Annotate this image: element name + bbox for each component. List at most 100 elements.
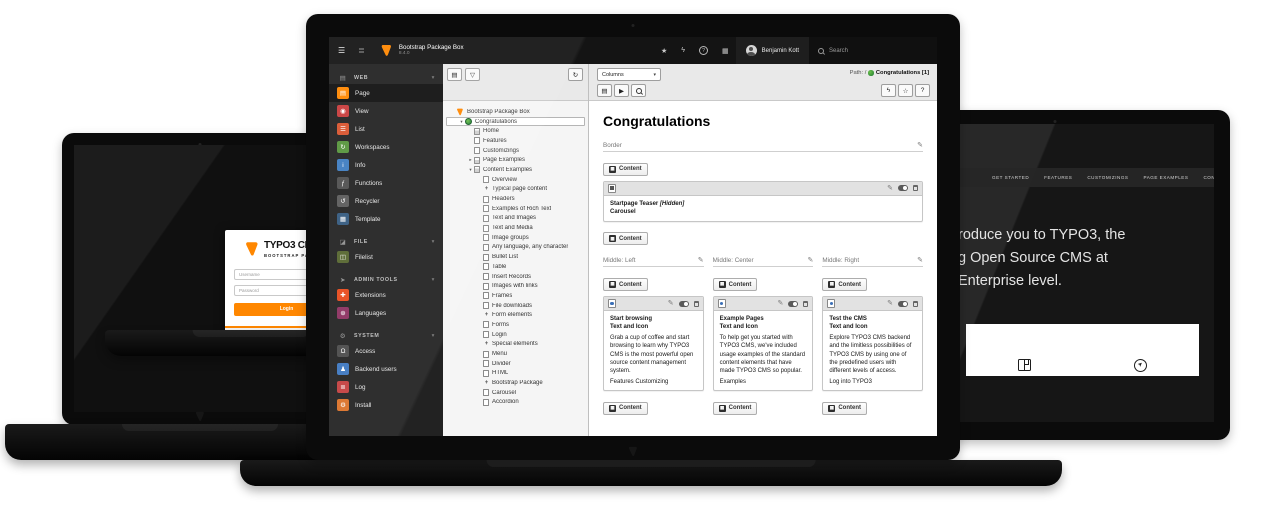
tree-item-special-elements[interactable]: +Special elements (446, 340, 585, 350)
content-button[interactable]: ▦Content (822, 278, 867, 291)
content-card-header[interactable]: ✎ (823, 297, 922, 311)
module-item-backend-users[interactable]: ♟Backend users (329, 360, 443, 378)
tree-item-congratulations[interactable]: ▾Congratulations (446, 117, 585, 127)
edit-icon[interactable]: ✎ (887, 300, 893, 307)
content-button[interactable]: ▦Content (713, 278, 758, 291)
preview-button[interactable]: ▶ (614, 84, 629, 97)
tree-item-examples-of-rich-text[interactable]: Examples of Rich Text (446, 204, 585, 214)
content-card-header[interactable]: ✎ (714, 297, 813, 311)
tree-item-home[interactable]: Home (446, 126, 585, 136)
columns-select[interactable]: Columns ▾ (597, 68, 661, 81)
refresh-button[interactable]: ↻ (568, 68, 583, 81)
module-item-install[interactable]: ⚙Install (329, 396, 443, 414)
tree-item-divider[interactable]: Divider (446, 359, 585, 369)
tree-item-file-downloads[interactable]: File downloads (446, 301, 585, 311)
content-button[interactable]: ▦Content (822, 402, 867, 415)
tree-item-form-elements[interactable]: +Form elements (446, 310, 585, 320)
card-link[interactable]: Log into TYPO3 (829, 378, 916, 386)
tree-item-carousel[interactable]: Carousel (446, 388, 585, 398)
bookmark-button[interactable]: ☆ (898, 84, 913, 97)
tree-toggle-icon[interactable]: ≣ (358, 46, 365, 55)
tree-item-text-and-images[interactable]: Text and Images (446, 214, 585, 224)
module-item-languages[interactable]: ⊕Languages (329, 304, 443, 322)
trash-icon[interactable] (913, 301, 918, 307)
edit-icon[interactable]: ✎ (887, 185, 893, 192)
trash-icon[interactable] (803, 301, 808, 307)
tree-item-frames[interactable]: Frames (446, 291, 585, 301)
user-menu[interactable]: Benjamin Kott (736, 37, 809, 64)
module-section-admin-tools[interactable]: ➤ADMIN TOOLS▾ (329, 273, 443, 286)
view-page-button[interactable]: ▤ (597, 84, 612, 97)
hamburger-menu-icon[interactable]: ☰ (338, 46, 345, 55)
modules-grid-icon[interactable]: ▦ (722, 47, 729, 55)
module-section-file[interactable]: ◪FILE▾ (329, 235, 443, 248)
module-item-workspaces[interactable]: ↻Workspaces (329, 138, 443, 156)
tree-item-content-examples[interactable]: ▾Content Examples (446, 165, 585, 175)
module-item-info[interactable]: iInfo (329, 156, 443, 174)
nav-item-page-examples[interactable]: PAGE EXAMPLES (1143, 175, 1188, 180)
content-card-header[interactable]: ✎ (604, 297, 703, 311)
edit-icon[interactable]: ✎ (807, 257, 813, 264)
filter-button[interactable]: ▽ (465, 68, 480, 81)
visibility-toggle-icon[interactable] (898, 185, 908, 191)
search-doc-button[interactable] (631, 84, 646, 97)
tree-item-accordion[interactable]: Accordion (446, 398, 585, 408)
module-item-functions[interactable]: ƒFunctions (329, 174, 443, 192)
tree-item-table[interactable]: Table (446, 262, 585, 272)
module-item-filelist[interactable]: ◫Filelist (329, 248, 443, 266)
tree-item-images-with-links[interactable]: Images with links (446, 281, 585, 291)
trash-icon[interactable] (913, 185, 918, 191)
content-card-header[interactable]: ✎ (604, 182, 922, 196)
module-section-web[interactable]: ▤WEB▾ (329, 71, 443, 84)
tree-item-bootstrap-package[interactable]: +Bootstrap Package (446, 378, 585, 388)
nav-item-content-examples[interactable]: CONTENT EXAMPLES (1203, 175, 1214, 180)
module-item-list[interactable]: ☰List (329, 120, 443, 138)
module-item-extensions[interactable]: ✚Extensions (329, 286, 443, 304)
content-button[interactable]: ▦Content (603, 278, 648, 291)
tree-caret-icon[interactable]: ▾ (467, 167, 474, 173)
tree-item-html[interactable]: HTML (446, 369, 585, 379)
tree-item-bootstrap-package-box[interactable]: Bootstrap Package Box (446, 107, 585, 117)
module-item-page[interactable]: ▤Page (329, 84, 443, 102)
tree-caret-icon[interactable]: ▸ (467, 157, 474, 163)
edit-icon[interactable]: ✎ (917, 142, 923, 149)
module-section-system[interactable]: ⚙SYSTEM▾ (329, 329, 443, 342)
search-input[interactable]: Search (809, 37, 937, 64)
tree-item-any-language-any-character[interactable]: Any language, any character (446, 243, 585, 253)
content-button[interactable]: ▦Content (603, 402, 648, 415)
edit-icon[interactable]: ✎ (917, 257, 923, 264)
flush-cache-bolt-icon[interactable]: ϟ (681, 47, 685, 54)
content-button[interactable]: ▦Content (713, 402, 758, 415)
tree-item-bullet-list[interactable]: Bullet List (446, 252, 585, 262)
new-page-button[interactable]: ▤ (447, 68, 462, 81)
nav-item-customizings[interactable]: CUSTOMIZINGS (1087, 175, 1128, 180)
tree-item-page-examples[interactable]: ▸Page Examples (446, 155, 585, 165)
edit-icon[interactable]: ✎ (777, 300, 783, 307)
bookmark-star-icon[interactable]: ★ (661, 47, 667, 55)
module-item-log[interactable]: ≣Log (329, 378, 443, 396)
help-button[interactable]: ? (915, 84, 930, 97)
tree-item-features[interactable]: Features (446, 136, 585, 146)
tree-item-insert-records[interactable]: Insert Records (446, 272, 585, 282)
tree-item-headers[interactable]: Headers (446, 194, 585, 204)
tree-item-overview[interactable]: Overview (446, 175, 585, 185)
module-item-view[interactable]: ◉View (329, 102, 443, 120)
module-item-template[interactable]: ▦Template (329, 210, 443, 228)
edit-icon[interactable]: ✎ (698, 257, 704, 264)
content-button[interactable]: ▦ Content (603, 232, 648, 245)
visibility-toggle-icon[interactable] (898, 301, 908, 307)
edit-icon[interactable]: ✎ (668, 300, 674, 307)
tree-item-typical-page-content[interactable]: +Typical page content (446, 185, 585, 195)
card-link[interactable]: Examples (720, 378, 807, 386)
trash-icon[interactable] (694, 301, 699, 307)
module-item-access[interactable]: ΩAccess (329, 342, 443, 360)
nav-item-features[interactable]: FEATURES (1044, 175, 1072, 180)
cache-bolt-button[interactable]: ϟ (881, 84, 896, 97)
nav-item-get-started[interactable]: GET STARTED (992, 175, 1029, 180)
card-link[interactable]: Features Customizing (610, 378, 697, 386)
help-icon[interactable]: ? (699, 46, 708, 55)
tree-item-customizings[interactable]: Customizings (446, 146, 585, 156)
content-button[interactable]: ▦ Content (603, 163, 648, 176)
tree-item-menu[interactable]: Menu (446, 349, 585, 359)
visibility-toggle-icon[interactable] (679, 301, 689, 307)
